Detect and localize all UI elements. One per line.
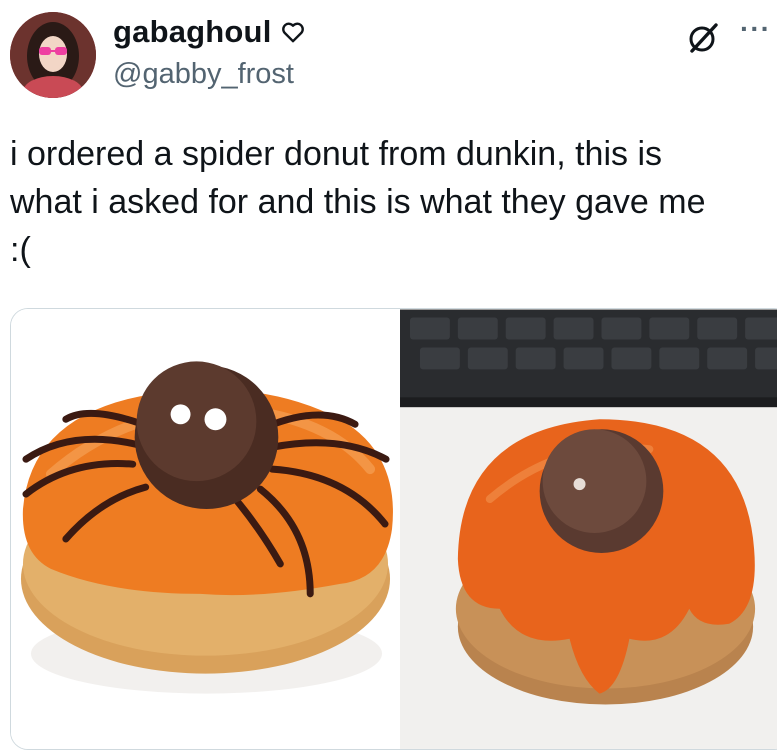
grok-icon[interactable] — [685, 20, 721, 56]
photo-expected-donut[interactable] — [11, 309, 398, 749]
user-handle[interactable]: @gabby_frost — [113, 58, 294, 91]
display-name[interactable]: gabaghoul — [113, 14, 272, 50]
photo-received-donut[interactable] — [398, 309, 777, 749]
tweet-text: i ordered a spider donut from dunkin, th… — [10, 135, 706, 269]
user-avatar[interactable] — [10, 12, 96, 98]
spider-donut-image — [11, 309, 398, 749]
heart-outline-icon — [281, 22, 304, 43]
plain-donut-image — [400, 309, 777, 749]
display-name-row[interactable]: gabaghoul — [113, 14, 306, 50]
tweet-media[interactable] — [10, 308, 777, 750]
tweet-card: gabaghoul @gabby_frost ··· i ordered a s… — [0, 0, 777, 750]
more-options-icon[interactable]: ··· — [740, 14, 777, 44]
